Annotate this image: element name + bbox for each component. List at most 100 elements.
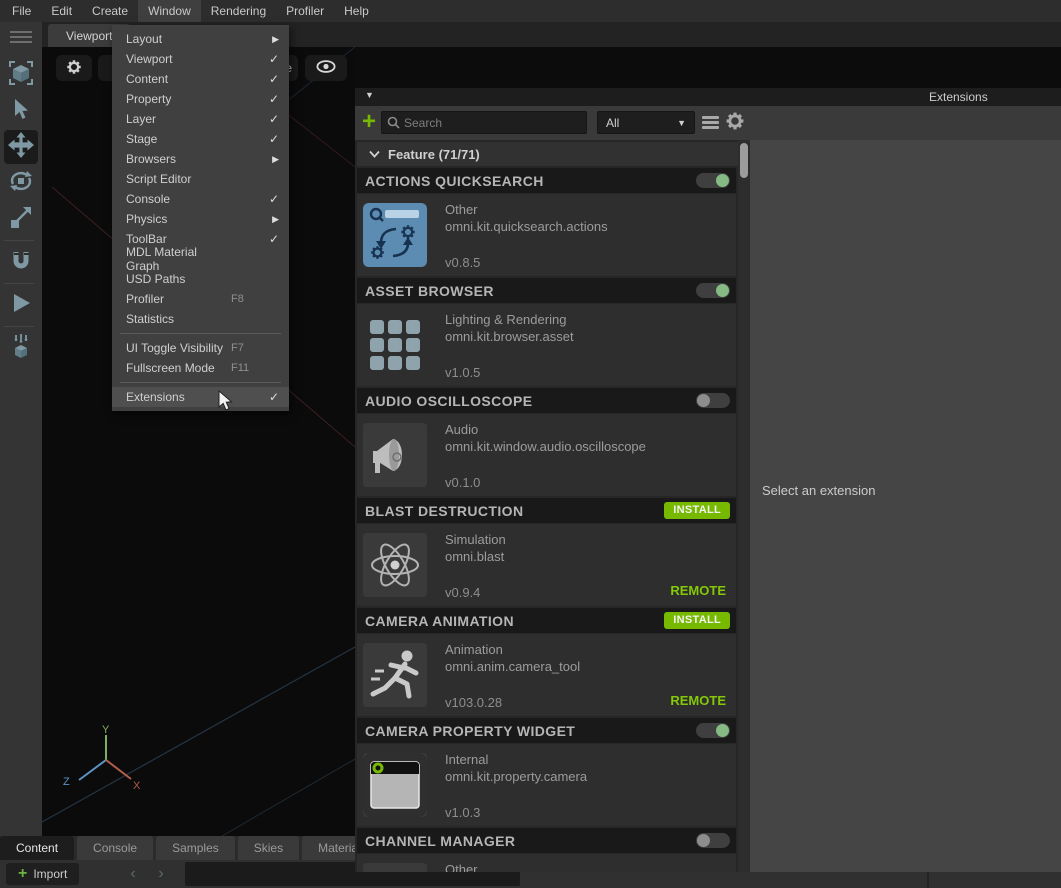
toolbar-separator <box>4 283 34 284</box>
filter-dropdown[interactable]: All ▼ <box>597 111 695 134</box>
extensions-titlebar[interactable]: ▼ Extensions <box>355 88 1061 106</box>
extension-card[interactable]: Simulation omni.blast v0.9.4 REMOTE <box>357 524 736 606</box>
menu-item-layout[interactable]: Layout▶ <box>112 29 289 49</box>
scrollbar[interactable] <box>738 140 750 872</box>
magnet-icon <box>8 247 34 278</box>
toolbar-menu-icon[interactable] <box>10 28 32 46</box>
menu-edit[interactable]: Edit <box>41 0 82 22</box>
extension-title-row[interactable]: ASSET BROWSER <box>357 278 736 303</box>
extension-item[interactable]: BLAST DESTRUCTIONINSTALL Simulation omni… <box>357 498 736 606</box>
tab-samples[interactable]: Samples <box>156 836 235 860</box>
search-box[interactable] <box>381 111 587 134</box>
extension-toggle[interactable] <box>696 393 730 408</box>
tool-scale[interactable] <box>4 202 38 236</box>
add-extension-button[interactable]: + <box>362 109 376 135</box>
tool-rotate[interactable] <box>4 166 38 200</box>
extension-card[interactable]: Other omni.kit.quicksearch.actions v0.8.… <box>357 194 736 276</box>
menu-profiler[interactable]: Profiler <box>276 0 334 22</box>
import-button[interactable]: + Import <box>6 863 79 885</box>
menu-item-script-editor[interactable]: Script Editor <box>112 169 289 189</box>
menu-item-browsers[interactable]: Browsers▶ <box>112 149 289 169</box>
menu-item-statistics[interactable]: Statistics <box>112 309 289 329</box>
menu-item-label: Property <box>126 92 171 106</box>
extension-title-row[interactable]: BLAST DESTRUCTIONINSTALL <box>357 498 736 523</box>
settings-gear-icon[interactable] <box>725 111 745 136</box>
menu-item-viewport[interactable]: Viewport✓ <box>112 49 289 69</box>
atom-icon <box>363 533 427 597</box>
menu-rendering[interactable]: Rendering <box>201 0 276 22</box>
extension-card[interactable]: Other <box>357 854 736 872</box>
menu-item-extensions[interactable]: Extensions✓ <box>112 387 289 407</box>
extension-toggle[interactable] <box>696 173 730 188</box>
extension-id: omni.anim.camera_tool <box>445 658 728 675</box>
forward-arrow-button[interactable]: › <box>150 863 172 885</box>
menu-item-label: Physics <box>126 212 167 226</box>
extension-info: Lighting & Rendering omni.kit.browser.as… <box>433 304 736 386</box>
tool-pointer[interactable] <box>4 94 38 128</box>
tab-console[interactable]: Console <box>77 836 153 860</box>
tool-play[interactable] <box>4 288 38 322</box>
extension-title-row[interactable]: ACTIONS QUICKSEARCH <box>357 168 736 193</box>
menu-item-physics[interactable]: Physics▶ <box>112 209 289 229</box>
menu-item-profiler[interactable]: ProfilerF8 <box>112 289 289 309</box>
menu-file[interactable]: File <box>2 0 41 22</box>
menu-item-property[interactable]: Property✓ <box>112 89 289 109</box>
menu-item-label: Extensions <box>126 390 185 404</box>
selection-cube-icon <box>8 60 34 91</box>
menu-item-content[interactable]: Content✓ <box>112 69 289 89</box>
menu-item-layer[interactable]: Layer✓ <box>112 109 289 129</box>
view-options-icon[interactable] <box>702 114 719 131</box>
extension-item[interactable]: ASSET BROWSER Lighting & Rendering omni.… <box>357 278 736 386</box>
extension-name: CHANNEL MANAGER <box>365 833 515 849</box>
menu-item-label: Console <box>126 192 170 206</box>
tab-skies[interactable]: Skies <box>238 836 299 860</box>
scrollbar-thumb[interactable] <box>740 143 748 178</box>
tool-move[interactable] <box>4 130 38 164</box>
chevron-down-icon: ▼ <box>677 118 686 128</box>
extension-title-row[interactable]: CAMERA PROPERTY WIDGET <box>357 718 736 743</box>
extension-item[interactable]: CAMERA ANIMATIONINSTALL Animation omni.a… <box>357 608 736 716</box>
extension-card[interactable]: Audio omni.kit.window.audio.oscilloscope… <box>357 414 736 496</box>
extensions-tab-label[interactable]: Extensions <box>929 90 988 104</box>
toggle-knob <box>716 724 729 737</box>
extension-title-row[interactable]: AUDIO OSCILLOSCOPE <box>357 388 736 413</box>
extension-card[interactable]: Animation omni.anim.camera_tool v103.0.2… <box>357 634 736 716</box>
tool-magnet[interactable] <box>4 245 38 279</box>
section-label: Feature (71/71) <box>388 147 480 162</box>
menu-create[interactable]: Create <box>82 0 138 22</box>
extension-toggle[interactable] <box>696 833 730 848</box>
extension-item[interactable]: CAMERA PROPERTY WIDGET Internal omni.kit… <box>357 718 736 826</box>
install-button[interactable]: INSTALL <box>664 612 730 629</box>
extension-card[interactable]: Internal omni.kit.property.camera v1.0.3 <box>357 744 736 826</box>
back-arrow-button[interactable]: ‹ <box>122 863 144 885</box>
menu-item-mdl-material-graph[interactable]: MDL Material Graph <box>112 249 289 269</box>
extension-title-row[interactable]: CHANNEL MANAGER <box>357 828 736 853</box>
menu-help[interactable]: Help <box>334 0 379 22</box>
move-icon <box>7 131 35 164</box>
extension-title-row[interactable]: CAMERA ANIMATIONINSTALL <box>357 608 736 633</box>
menu-window[interactable]: Window <box>138 0 201 22</box>
extension-item[interactable]: CHANNEL MANAGER Other <box>357 828 736 872</box>
search-input[interactable] <box>404 116 574 130</box>
window-menu: Layout▶Viewport✓Content✓Property✓Layer✓S… <box>112 25 289 411</box>
extension-item[interactable]: ACTIONS QUICKSEARCH Other omni.kit.quick… <box>357 168 736 276</box>
extension-toggle[interactable] <box>696 723 730 738</box>
tool-selection-cube[interactable] <box>4 58 38 92</box>
menu-item-fullscreen-mode[interactable]: Fullscreen ModeF11 <box>112 358 289 378</box>
window-options-icon[interactable]: ▼ <box>365 90 374 100</box>
menu-item-console[interactable]: Console✓ <box>112 189 289 209</box>
extension-toggle[interactable] <box>696 283 730 298</box>
viewport-visibility-button[interactable] <box>305 55 347 81</box>
menu-item-stage[interactable]: Stage✓ <box>112 129 289 149</box>
extension-version: v0.8.5 <box>445 255 728 270</box>
tool-physics-drop[interactable] <box>4 331 38 365</box>
viewport-settings-button[interactable] <box>56 55 92 81</box>
extension-item[interactable]: AUDIO OSCILLOSCOPE Audio omni.kit.window… <box>357 388 736 496</box>
extension-card[interactable]: Lighting & Rendering omni.kit.browser.as… <box>357 304 736 386</box>
install-button[interactable]: INSTALL <box>664 502 730 519</box>
menu-item-ui-toggle-visibility[interactable]: UI Toggle VisibilityF7 <box>112 338 289 358</box>
runner-icon <box>363 643 427 707</box>
section-header-feature[interactable]: Feature (71/71) <box>357 142 748 166</box>
rotate-icon <box>8 168 34 199</box>
tab-content[interactable]: Content <box>0 836 74 860</box>
